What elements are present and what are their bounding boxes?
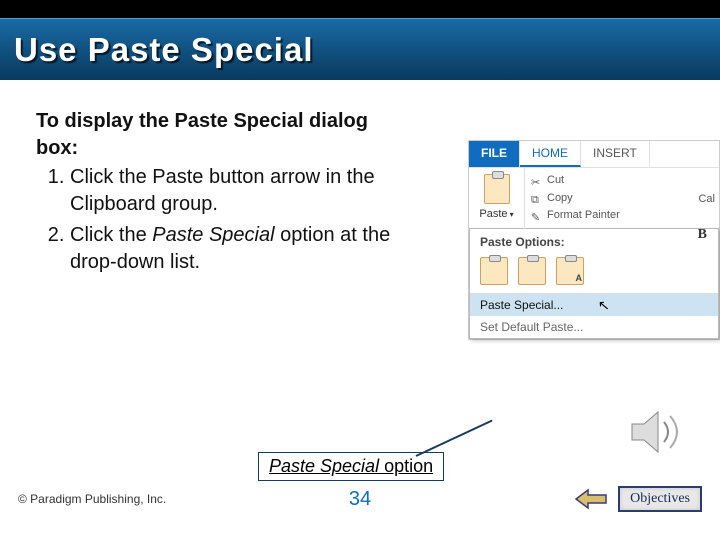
- paste-label: Paste: [479, 208, 507, 220]
- body-text: To display the Paste Special dialog box:…: [36, 108, 396, 276]
- chevron-down-icon[interactable]: ▾: [510, 210, 514, 219]
- slide-title: Use Paste Special: [14, 31, 314, 69]
- dropdown-heading: Paste Options:: [470, 229, 718, 253]
- step-2-ital: Paste Special: [152, 224, 274, 246]
- callout-leader-line: [416, 420, 493, 457]
- callout-normal: option: [379, 456, 433, 476]
- set-default-paste-label: Set Default Paste...: [480, 320, 583, 334]
- top-black-bar: [0, 0, 720, 18]
- fpainter-label: Format Painter: [547, 207, 620, 225]
- font-hint: Cal: [698, 193, 715, 205]
- paste-option-2-icon[interactable]: [518, 257, 546, 285]
- scissors-icon: ✂: [531, 175, 543, 187]
- tab-insert[interactable]: INSERT: [581, 141, 650, 167]
- clipboard-commands: ✂ Cut ⧉ Copy ✎ Format Painter: [525, 168, 719, 229]
- paste-option-icons: A: [470, 253, 718, 293]
- paste-special-item[interactable]: Paste Special... ↖: [470, 294, 718, 316]
- step-1: Click the Paste button arrow in the Clip…: [70, 164, 396, 218]
- ribbon-tabs: FILE HOME INSERT: [469, 141, 719, 167]
- speaker-icon[interactable]: [628, 408, 688, 456]
- set-default-paste-item[interactable]: Set Default Paste...: [470, 316, 718, 338]
- intro-text: To display the Paste Special dialog box:: [36, 108, 396, 162]
- cursor-icon: ↖: [597, 296, 610, 314]
- paste-option-1-icon[interactable]: [480, 257, 508, 285]
- clipboard-icon: [484, 174, 510, 204]
- objectives-group: Objectives: [574, 486, 702, 512]
- paste-dropdown: Paste Options: A Paste Special... ↖ Set …: [469, 228, 719, 339]
- steps-list: Click the Paste button arrow in the Clip…: [36, 164, 396, 276]
- bold-button[interactable]: B: [698, 227, 707, 243]
- copyright: © Paradigm Publishing, Inc.: [18, 492, 166, 506]
- tab-home[interactable]: HOME: [520, 141, 581, 167]
- ribbon-band: Paste▾ ✂ Cut ⧉ Copy ✎ Format Painter: [469, 167, 719, 229]
- title-band: Use Paste Special: [0, 18, 720, 80]
- callout-italic: Paste Special: [269, 456, 379, 476]
- step-1-text: Click the Paste button arrow in the Clip…: [70, 166, 375, 215]
- content-area: To display the Paste Special dialog box:…: [0, 80, 720, 276]
- brush-icon: ✎: [531, 210, 543, 222]
- copy-label: Copy: [547, 190, 573, 208]
- cut-row[interactable]: ✂ Cut: [531, 172, 713, 190]
- step-2: Click the Paste Special option at the dr…: [70, 222, 396, 276]
- format-painter-row[interactable]: ✎ Format Painter: [531, 207, 713, 225]
- copy-icon: ⧉: [531, 192, 543, 204]
- footer: © Paradigm Publishing, Inc. 34 Objective…: [0, 486, 720, 512]
- paste-option-3-icon[interactable]: A: [556, 257, 584, 285]
- ribbon-screenshot: FILE HOME INSERT Paste▾ ✂ Cut ⧉ Copy ✎ Form…: [468, 140, 720, 340]
- step-2-pre: Click the: [70, 224, 152, 246]
- tab-file[interactable]: FILE: [469, 141, 520, 167]
- paste-special-label: Paste Special...: [480, 298, 563, 312]
- paste-button[interactable]: Paste▾: [469, 168, 525, 229]
- page-number: 34: [349, 488, 371, 511]
- copy-row[interactable]: ⧉ Copy: [531, 190, 713, 208]
- objectives-button[interactable]: Objectives: [618, 486, 702, 512]
- cut-label: Cut: [547, 172, 564, 190]
- back-arrow-icon[interactable]: [574, 488, 608, 510]
